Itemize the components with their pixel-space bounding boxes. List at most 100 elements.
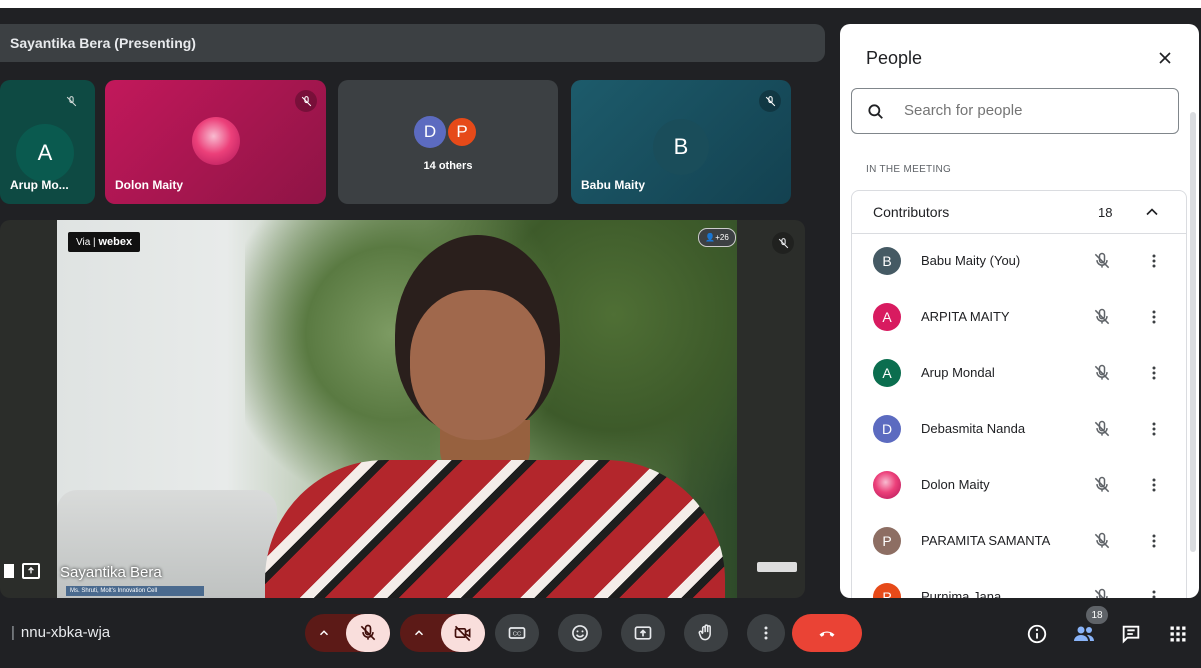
captions-icon: CC: [508, 627, 526, 639]
camera-off-button[interactable]: [441, 614, 485, 652]
participant-row[interactable]: A Arup Mondal: [852, 345, 1186, 401]
more-vert-icon[interactable]: [1144, 251, 1164, 271]
chat-button[interactable]: [1119, 622, 1143, 646]
top-strip: [0, 0, 1201, 8]
tile-name: Arup Mo...: [10, 178, 69, 192]
avatar: [192, 117, 240, 165]
svg-text:CC: CC: [513, 632, 521, 638]
mic-off-icon: [1092, 251, 1112, 271]
avatar: B: [873, 247, 901, 275]
meeting-details-button[interactable]: [1025, 622, 1049, 646]
present-button[interactable]: [621, 614, 665, 652]
avatar: A: [16, 124, 74, 182]
participant-name: PARAMITA SAMANTA: [921, 533, 1051, 548]
panel-scrollbar[interactable]: [1190, 112, 1196, 552]
section-label: IN THE MEETING: [866, 164, 952, 175]
avatar: P: [446, 116, 478, 148]
captions-button[interactable]: CC: [495, 614, 539, 652]
presenting-title: Sayantika Bera (Presenting): [10, 35, 196, 51]
more-vert-icon[interactable]: [1144, 363, 1164, 383]
participant-name: Debasmita Nanda: [921, 421, 1026, 436]
participant-tile-dolon[interactable]: Dolon Maity: [105, 80, 326, 204]
mic-off-icon: [1092, 531, 1112, 551]
participant-row[interactable]: Dolon Maity: [852, 457, 1186, 513]
participant-name: ARPITA MAITY: [921, 309, 1010, 324]
logo-strip: [757, 562, 797, 572]
sofa-image: [57, 490, 277, 598]
camera-off-icon: [454, 625, 471, 642]
apps-grid-icon: [1170, 626, 1186, 642]
reactions-button[interactable]: [558, 614, 602, 652]
participant-name: Purnima Jana: [921, 589, 1002, 598]
avatar: P: [873, 527, 901, 555]
presenting-icon: [22, 563, 40, 579]
avatar: B: [653, 119, 709, 175]
participant-name: Babu Maity (You): [921, 253, 1021, 268]
chat-icon: [1122, 625, 1140, 644]
mic-off-icon: [772, 232, 794, 254]
more-vert-icon: [764, 626, 768, 640]
present-screen-icon: [634, 626, 652, 640]
people-panel: People IN THE MEETING Contributors 18 BB…: [840, 24, 1199, 598]
more-vert-icon[interactable]: [1144, 475, 1164, 495]
microphone-off-button[interactable]: [346, 614, 390, 652]
search-box: [851, 88, 1179, 134]
participant-row[interactable]: D Debasmita Nanda: [852, 401, 1186, 457]
others-tile[interactable]: D P 14 others: [338, 80, 558, 204]
contributors-group: Contributors 18 B Babu Maity (You) A ARPITA…: [851, 190, 1187, 598]
participant-row[interactable]: P PARAMITA SAMANTA: [852, 513, 1186, 569]
close-button[interactable]: [1153, 46, 1177, 70]
people-button[interactable]: [1072, 622, 1096, 646]
mic-off-icon: [60, 90, 82, 112]
audio-options-chevron-icon[interactable]: [305, 614, 343, 652]
mic-off-icon: [1092, 419, 1112, 439]
webex-logo: Via | webex: [68, 232, 141, 252]
panel-title: People: [866, 48, 923, 68]
mic-off-icon: [1092, 307, 1112, 327]
hang-up-icon: [819, 631, 835, 637]
more-vert-icon[interactable]: [1144, 307, 1164, 327]
video-options-chevron-icon[interactable]: [400, 614, 438, 652]
chevron-up-icon[interactable]: [1142, 202, 1162, 222]
mic-off-icon: [295, 90, 317, 112]
raise-hand-button[interactable]: [684, 614, 728, 652]
mic-off-icon: [360, 624, 376, 641]
mic-off-icon: [1092, 475, 1112, 495]
separator: |: [11, 624, 15, 641]
mic-off-icon: [1092, 587, 1112, 598]
presenter-face: [410, 290, 545, 440]
people-count-badge: 18: [1086, 606, 1108, 624]
more-vert-icon[interactable]: [1144, 531, 1164, 551]
avatar: P: [873, 583, 901, 598]
meeting-code: | nnu-xbka-wja: [11, 624, 111, 641]
more-vert-icon[interactable]: [1144, 419, 1164, 439]
more-options-button[interactable]: [747, 614, 785, 652]
caption-strip: Ms. Shruti, Molt's Innovation Cell: [66, 586, 204, 596]
mic-off-icon: [759, 90, 781, 112]
participant-name: Dolon Maity: [921, 477, 990, 492]
participant-tile-arup[interactable]: A Arup Mo...: [0, 80, 95, 204]
participant-name: Arup Mondal: [921, 365, 995, 380]
contributors-header[interactable]: Contributors 18: [852, 191, 1186, 234]
search-input[interactable]: [902, 101, 1166, 120]
avatar: A: [873, 359, 901, 387]
participant-row[interactable]: A ARPITA MAITY: [852, 289, 1186, 345]
search-icon: [868, 104, 883, 119]
close-icon: [1159, 52, 1171, 64]
avatar: D: [414, 116, 446, 148]
avatar: A: [873, 303, 901, 331]
activities-button[interactable]: [1166, 622, 1190, 646]
presenter-name: Sayantika Bera: [60, 564, 162, 581]
leave-call-button[interactable]: [792, 614, 862, 652]
emoji-icon: [572, 625, 588, 641]
tile-name: Dolon Maity: [115, 178, 183, 192]
group-count: 18: [1098, 205, 1113, 220]
participant-row[interactable]: B Babu Maity (You): [852, 233, 1186, 289]
more-vert-icon[interactable]: [1144, 587, 1164, 598]
group-label: Contributors: [873, 204, 950, 220]
participant-row[interactable]: P Purnima Jana: [852, 569, 1186, 598]
participant-count-badge: 👤+26: [698, 228, 736, 247]
participant-tile-babu[interactable]: B Babu Maity: [571, 80, 791, 204]
mic-control-group: [305, 614, 390, 652]
main-video[interactable]: Via | webex 👤+26 Sayantika Bera Ms. Shru…: [0, 220, 805, 598]
